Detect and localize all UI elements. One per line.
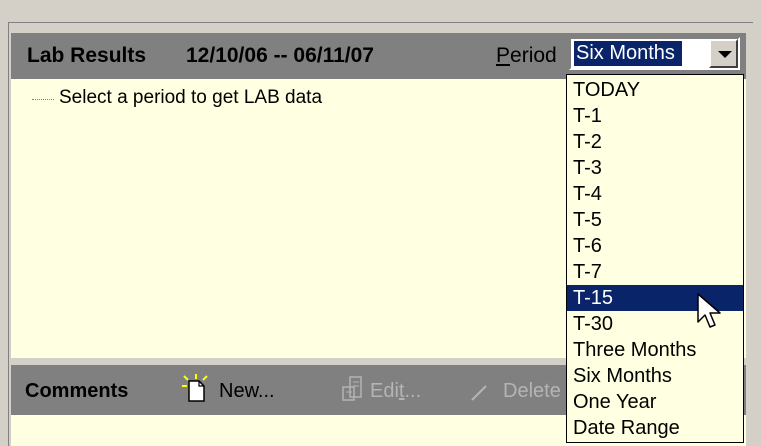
period-dropdown-button[interactable] xyxy=(709,39,738,68)
period-option-today[interactable]: TODAY xyxy=(567,77,743,103)
delete-icon xyxy=(471,385,487,401)
lab-results-title: Lab Results xyxy=(27,44,147,67)
period-option-three-months[interactable]: Three Months xyxy=(567,337,743,363)
period-option-six-months[interactable]: Six Months xyxy=(567,363,743,389)
period-option-date-range[interactable]: Date Range xyxy=(567,415,743,441)
period-label-mnemonic: P xyxy=(496,44,511,67)
edit-label-prefix: Edi xyxy=(370,380,399,402)
lab-results-date-range: 12/10/06 -- 06/11/07 xyxy=(186,44,374,67)
period-option-t-3[interactable]: T-3 xyxy=(567,155,743,181)
new-comment-button[interactable]: New... xyxy=(219,380,275,403)
edit-comment-button: Edit... xyxy=(370,380,421,403)
period-option-t-4[interactable]: T-4 xyxy=(567,181,743,207)
period-option-t-7[interactable]: T-7 xyxy=(567,259,743,285)
period-combobox[interactable]: Six Months xyxy=(569,37,740,70)
edit-label-suffix: ... xyxy=(404,380,422,402)
period-dropdown-list: TODAY T-1 T-2 T-3 T-4 T-5 T-6 T-7 T-15 T… xyxy=(566,74,744,443)
period-option-t-2[interactable]: T-2 xyxy=(567,129,743,155)
edit-document-icon xyxy=(342,376,362,401)
delete-comment-button: Delete xyxy=(503,380,561,402)
comments-title: Comments xyxy=(25,380,129,402)
mouse-pointer-icon xyxy=(697,293,721,328)
period-option-one-year[interactable]: One Year xyxy=(567,389,743,415)
period-option-t-5[interactable]: T-5 xyxy=(567,207,743,233)
tree-connector xyxy=(32,99,54,100)
tree-item-select-period[interactable]: Select a period to get LAB data xyxy=(59,87,322,109)
chevron-down-icon xyxy=(718,51,732,58)
period-selected-value[interactable]: Six Months xyxy=(574,41,682,66)
new-document-icon[interactable] xyxy=(180,373,214,405)
period-option-t-1[interactable]: T-1 xyxy=(567,103,743,129)
period-label-rest: eriod xyxy=(510,44,557,67)
period-label: Period xyxy=(496,44,557,68)
period-option-t-6[interactable]: T-6 xyxy=(567,233,743,259)
